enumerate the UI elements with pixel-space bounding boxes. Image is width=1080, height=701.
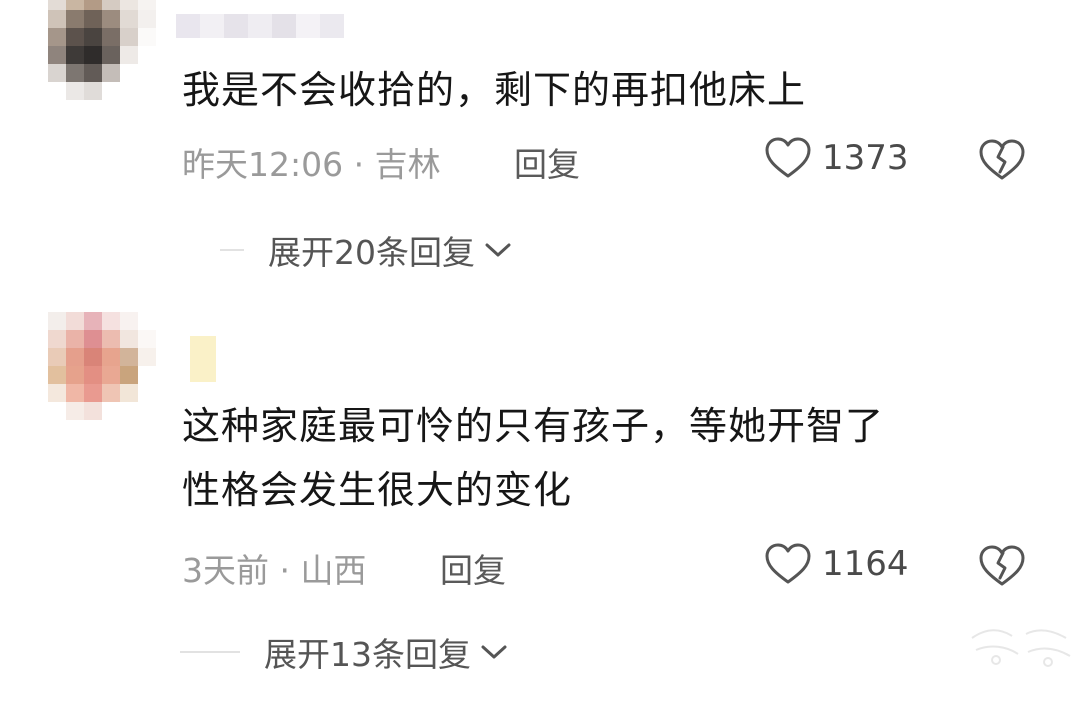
- comment-meta: 3天前 · 山西: [182, 551, 367, 590]
- avatar[interactable]: [48, 0, 156, 100]
- expand-replies-button[interactable]: 展开13条回复: [180, 628, 509, 676]
- avatar[interactable]: [48, 312, 156, 420]
- chevron-down-icon: [485, 243, 511, 257]
- like-button[interactable]: 1164: [764, 542, 909, 586]
- expand-replies-label: 展开20条回复: [268, 233, 475, 272]
- like-count: 1164: [822, 544, 909, 584]
- divider: [220, 249, 244, 251]
- comment-meta: 昨天12:06 · 吉林: [182, 145, 441, 184]
- like-button[interactable]: 1373: [764, 136, 909, 180]
- expand-replies-button[interactable]: 展开20条回复: [220, 226, 513, 274]
- heart-outline-icon: [765, 137, 811, 178]
- broken-heart-icon[interactable]: [978, 544, 1026, 588]
- heart-outline-icon: [765, 543, 811, 584]
- username-redacted[interactable]: [176, 14, 344, 38]
- chevron-down-icon: [481, 645, 507, 659]
- broken-heart-icon[interactable]: [978, 138, 1026, 182]
- comment-text: 我是不会收拾的，剩下的再扣他床上: [182, 68, 807, 112]
- reply-button[interactable]: 回复: [440, 544, 506, 592]
- comment-text-line: 性格会发生很大的变化: [182, 468, 573, 512]
- comment-item: 这种家庭最可怜的只有孩子，等她开智了 性格会发生很大的变化 3天前 · 山西 回…: [0, 300, 1080, 701]
- comment-item: 我是不会收拾的，剩下的再扣他床上 昨天12:06 · 吉林 回复 1373 展开…: [0, 0, 1080, 300]
- username-redacted[interactable]: [190, 336, 216, 382]
- watermark-logo: [971, 629, 1071, 667]
- like-count: 1373: [822, 138, 909, 178]
- comment-text-line: 这种家庭最可怜的只有孩子，等她开智了: [182, 404, 885, 448]
- divider: [180, 651, 240, 653]
- reply-button[interactable]: 回复: [514, 138, 580, 186]
- comment-text: 这种家庭最可怜的只有孩子，等她开智了 性格会发生很大的变化: [182, 394, 884, 522]
- expand-replies-label: 展开13条回复: [264, 635, 471, 674]
